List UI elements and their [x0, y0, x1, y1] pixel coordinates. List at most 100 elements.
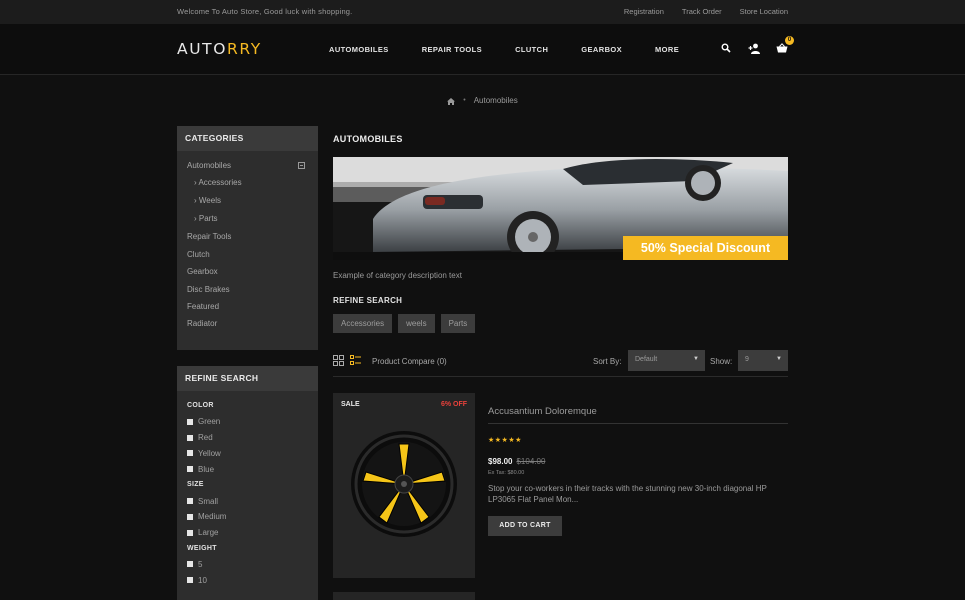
refine-search-panel: REFINE SEARCH COLOR Green Red Yellow Blu… — [177, 366, 318, 600]
filter-label: Medium — [198, 512, 227, 522]
checkbox[interactable] — [187, 434, 193, 441]
category-banner[interactable]: 50% Special Discount — [333, 157, 788, 260]
filter-label: Blue — [198, 464, 215, 474]
price-new: $98.00 — [488, 457, 513, 466]
home-icon[interactable] — [447, 92, 456, 110]
checkbox[interactable] — [187, 513, 193, 520]
categories-title: CATEGORIES — [177, 126, 318, 151]
list-view-icon[interactable] — [350, 355, 361, 366]
category-description: Example of category description text — [333, 271, 462, 280]
top-bar: Welcome To Auto Store, Good luck with sh… — [0, 0, 965, 24]
category-radiator[interactable]: Radiator — [177, 317, 318, 334]
page-title: AUTOMOBILES — [333, 134, 403, 144]
checkbox[interactable] — [187, 466, 193, 473]
main-nav: AUTOMOBILES REPAIR TOOLS CLUTCH GEARBOX … — [329, 45, 712, 54]
breadcrumb: • Automobiles — [0, 75, 965, 126]
filter-medium[interactable]: Medium — [187, 509, 308, 525]
basket-icon[interactable]: 0 — [775, 36, 794, 55]
product-toolbar: Product Compare (0) Sort By: Default ▼ Sh… — [333, 350, 788, 377]
filter-weight-5[interactable]: 5 — [187, 557, 308, 573]
sort-select[interactable]: Default ▼ — [628, 350, 705, 371]
filter-blue[interactable]: Blue — [187, 461, 308, 477]
nav-automobiles[interactable]: AUTOMOBILES — [329, 45, 389, 54]
product-description: Stop your co-workers in their tracks wit… — [488, 484, 767, 504]
breadcrumb-separator: • — [463, 97, 466, 104]
registration-link[interactable]: Registration — [624, 7, 664, 16]
next-product-card[interactable] — [333, 592, 475, 600]
refine-search-title: REFINE SEARCH — [177, 366, 318, 391]
filter-label: 5 — [198, 559, 203, 569]
refine-search-heading: REFINE SEARCH — [333, 296, 403, 305]
welcome-text: Welcome To Auto Store, Good luck with sh… — [177, 7, 353, 16]
nav-repair-tools[interactable]: REPAIR TOOLS — [422, 45, 482, 54]
product-price: $98.00 $104.00 — [488, 457, 545, 466]
product-compare-link[interactable]: Product Compare (0) — [372, 357, 447, 366]
breadcrumb-current[interactable]: Automobiles — [474, 96, 518, 105]
add-to-cart-button[interactable]: ADD TO CART — [488, 516, 562, 536]
checkbox[interactable] — [187, 418, 193, 425]
logo-text-b: RRY — [227, 40, 262, 58]
tag-accessories[interactable]: Accessories — [333, 314, 393, 333]
wheel-product-image — [351, 431, 457, 537]
filter-large[interactable]: Large — [187, 525, 308, 541]
category-list: Automobiles › Accessories › Weels › Part… — [177, 151, 318, 335]
checkbox[interactable] — [187, 561, 193, 568]
collapse-icon[interactable] — [298, 162, 305, 169]
checkbox[interactable] — [187, 498, 193, 505]
filter-label: Red — [198, 433, 213, 443]
category-repair-tools[interactable]: Repair Tools — [177, 230, 318, 247]
track-order-link[interactable]: Track Order — [682, 7, 722, 16]
category-gearbox[interactable]: Gearbox — [177, 265, 318, 282]
cart-count-badge: 0 — [785, 36, 794, 45]
category-parts[interactable]: › Parts — [177, 212, 318, 230]
filter-label: Yellow — [198, 448, 221, 458]
sale-badge: SALE — [341, 401, 360, 408]
checkbox[interactable] — [187, 577, 193, 584]
discount-badge: 50% Special Discount — [623, 236, 788, 260]
filter-list: COLOR Green Red Yellow Blue SIZE Small M… — [177, 391, 318, 588]
filter-label: Large — [198, 528, 219, 538]
categories-panel: CATEGORIES Automobiles › Accessories › W… — [177, 126, 318, 350]
product-image-card[interactable]: SALE 6% OFF — [333, 393, 475, 578]
top-links: Registration Track Order Store Location — [606, 7, 788, 16]
show-label: Show: — [710, 357, 733, 366]
sort-value: Default — [635, 356, 658, 363]
product-name[interactable]: Accusantium Doloremque — [488, 406, 597, 417]
category-clutch[interactable]: Clutch — [177, 248, 318, 265]
weight-filter-title: WEIGHT — [187, 544, 217, 552]
grid-view-icon[interactable] — [333, 355, 344, 366]
tag-parts[interactable]: Parts — [440, 314, 476, 333]
filter-weight-10[interactable]: 10 — [187, 572, 308, 588]
filter-label: Small — [198, 496, 219, 506]
user-add-icon[interactable] — [747, 41, 761, 55]
rating-stars: ★★★★★ — [488, 437, 522, 444]
nav-gearbox[interactable]: GEARBOX — [581, 45, 622, 54]
refine-tags: Accessories weels Parts — [333, 314, 481, 333]
filter-yellow[interactable]: Yellow — [187, 446, 308, 462]
sort-label: Sort By: — [593, 357, 622, 366]
category-accessories[interactable]: › Accessories — [177, 176, 318, 194]
search-icon[interactable] — [719, 41, 733, 55]
checkbox[interactable] — [187, 529, 193, 536]
nav-more[interactable]: MORE — [655, 45, 679, 54]
logo-text-a: AUTO — [177, 40, 228, 58]
header: AUTORRY AUTOMOBILES REPAIR TOOLS CLUTCH … — [0, 24, 965, 75]
size-filter-title: SIZE — [187, 481, 204, 489]
header-icons: 0 — [705, 36, 794, 55]
checkbox[interactable] — [187, 450, 193, 457]
discount-percent-badge: 6% OFF — [440, 401, 467, 408]
price-old: $104.00 — [516, 457, 546, 466]
tag-weels[interactable]: weels — [398, 314, 435, 333]
filter-red[interactable]: Red — [187, 430, 308, 446]
nav-clutch[interactable]: CLUTCH — [515, 45, 548, 54]
show-select[interactable]: 9 ▼ — [738, 350, 788, 371]
filter-small[interactable]: Small — [187, 493, 308, 509]
filter-label: Green — [198, 417, 221, 427]
category-weels[interactable]: › Weels — [177, 194, 318, 212]
category-featured[interactable]: Featured — [177, 300, 318, 317]
logo[interactable]: AUTORRY — [177, 40, 262, 58]
filter-green[interactable]: Green — [187, 414, 308, 430]
store-location-link[interactable]: Store Location — [740, 7, 788, 16]
category-disc-brakes[interactable]: Disc Brakes — [177, 283, 318, 300]
category-automobiles[interactable]: Automobiles — [177, 159, 318, 176]
